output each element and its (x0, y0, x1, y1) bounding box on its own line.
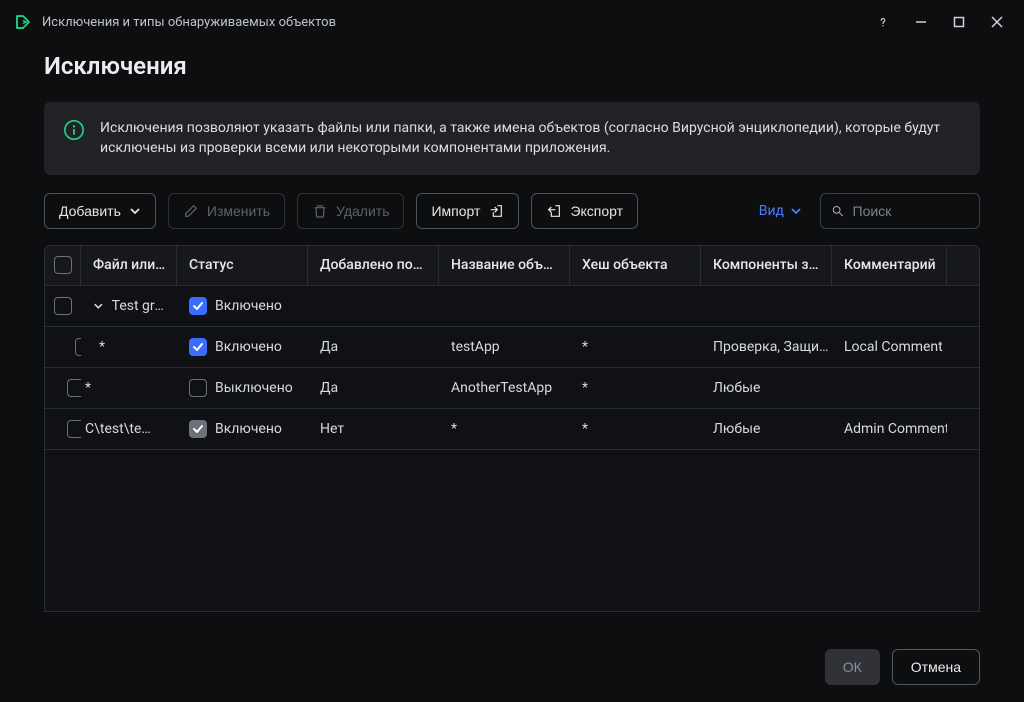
checkbox[interactable] (189, 297, 207, 315)
add-button-label: Добавить (59, 203, 121, 219)
status-text: Выключено (215, 380, 293, 396)
status-cell[interactable]: Включено (177, 327, 308, 367)
search-box[interactable] (820, 193, 980, 229)
delete-button-label: Удалить (336, 203, 389, 219)
file-cell: * (81, 327, 177, 367)
row-checkbox-cell[interactable] (45, 368, 81, 408)
column-checkbox[interactable] (45, 246, 81, 285)
chevron-down-icon[interactable] (93, 300, 104, 311)
import-button[interactable]: Импорт (416, 193, 519, 229)
import-icon (488, 203, 504, 219)
dialog-footer: ОК Отмена (0, 632, 1024, 702)
exclusions-table: Файл или… Статус Добавлено по… Название … (44, 245, 980, 612)
search-icon (831, 203, 845, 219)
export-button-label: Экспорт (570, 203, 623, 219)
info-icon (62, 118, 86, 142)
help-button[interactable] (864, 6, 902, 38)
table-row[interactable]: C\test\te… Включено Нет * * Любые Admin … (45, 409, 979, 450)
file-cell: C\test\te… (81, 409, 177, 449)
column-components[interactable]: Компоненты з… (701, 246, 832, 285)
status-cell[interactable]: Выключено (177, 368, 308, 408)
table-header: Файл или… Статус Добавлено по… Название … (45, 246, 979, 286)
checkbox[interactable] (67, 420, 81, 438)
file-cell: * (81, 368, 177, 408)
objname-cell: * (439, 409, 570, 449)
hash-cell: * (570, 368, 701, 408)
components-cell: Проверка, Защи… (701, 327, 832, 367)
info-text: Исключения позволяют указать файлы или п… (100, 118, 962, 159)
add-button[interactable]: Добавить (44, 193, 156, 229)
status-text: Включено (215, 421, 282, 437)
window: Исключения и типы обнаруживаемых объекто… (0, 0, 1024, 702)
objname-cell: AnotherTestApp (439, 368, 570, 408)
checkbox[interactable] (189, 338, 207, 356)
group-cell[interactable]: Test gro… (81, 286, 177, 326)
chevron-down-icon (790, 205, 802, 217)
checkbox[interactable] (189, 379, 207, 397)
column-file[interactable]: Файл или… (81, 246, 177, 285)
search-input[interactable] (853, 203, 970, 219)
export-icon (546, 203, 562, 219)
checkbox[interactable] (67, 379, 81, 397)
pencil-icon (183, 203, 199, 219)
delete-button: Удалить (297, 193, 404, 229)
info-banner: Исключения позволяют указать файлы или п… (44, 102, 980, 175)
view-dropdown[interactable]: Вид (753, 203, 808, 219)
group-label: Test gro… (112, 298, 165, 314)
edit-button-label: Изменить (207, 203, 270, 219)
ok-button[interactable]: ОК (825, 649, 880, 685)
row-checkbox-cell[interactable] (45, 409, 81, 449)
added-cell: Да (308, 327, 439, 367)
table-body: Test gro… Включено * Включено Да testApp… (45, 286, 979, 611)
toolbar: Добавить Изменить Удалить Импорт Экспорт (44, 193, 980, 229)
added-cell: Да (308, 368, 439, 408)
column-added[interactable]: Добавлено по… (308, 246, 439, 285)
table-row[interactable]: * Выключено Да AnotherTestApp * Любые (45, 368, 979, 409)
titlebar: Исключения и типы обнаруживаемых объекто… (0, 0, 1024, 44)
header-checkbox[interactable] (54, 256, 72, 274)
hash-cell: * (570, 409, 701, 449)
column-status[interactable]: Статус (177, 246, 308, 285)
comment-cell: Local Comment (832, 327, 947, 367)
column-objname[interactable]: Название объ… (439, 246, 570, 285)
comment-cell (832, 368, 947, 408)
components-cell: Любые (701, 409, 832, 449)
maximize-button[interactable] (940, 6, 978, 38)
trash-icon (312, 203, 328, 219)
table-group-row[interactable]: Test gro… Включено (45, 286, 979, 327)
window-title: Исключения и типы обнаруживаемых объекто… (42, 15, 864, 30)
minimize-button[interactable] (902, 6, 940, 38)
table-row[interactable]: * Включено Да testApp * Проверка, Защи… … (45, 327, 979, 368)
cancel-button[interactable]: Отмена (892, 649, 980, 685)
status-text: Включено (215, 298, 282, 314)
column-comment[interactable]: Комментарий (832, 246, 947, 285)
row-checkbox-cell[interactable] (45, 286, 81, 326)
comment-cell: Admin Comment (832, 409, 947, 449)
status-cell[interactable]: Включено (177, 286, 308, 326)
hash-cell: * (570, 327, 701, 367)
app-logo (12, 11, 34, 33)
content: Исключения Исключения позволяют указать … (0, 44, 1024, 632)
status-text: Включено (215, 339, 282, 355)
view-label: Вид (759, 203, 784, 219)
close-button[interactable] (978, 6, 1016, 38)
added-cell: Нет (308, 409, 439, 449)
objname-cell: testApp (439, 327, 570, 367)
row-checkbox-cell[interactable] (45, 327, 81, 367)
export-button[interactable]: Экспорт (531, 193, 638, 229)
components-cell: Любые (701, 368, 832, 408)
checkbox[interactable] (189, 420, 207, 438)
column-hash[interactable]: Хеш объекта (570, 246, 701, 285)
status-cell[interactable]: Включено (177, 409, 308, 449)
edit-button: Изменить (168, 193, 285, 229)
page-title: Исключения (44, 52, 980, 80)
checkbox[interactable] (54, 297, 72, 315)
import-button-label: Импорт (431, 203, 480, 219)
chevron-down-icon (129, 205, 141, 217)
